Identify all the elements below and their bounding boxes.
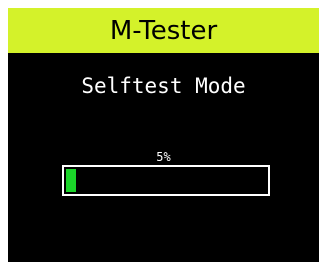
mode-label: Selftest Mode [81, 74, 246, 98]
title-bar: M-Tester [8, 8, 319, 53]
device-screen: M-Tester Selftest Mode 5% [8, 8, 319, 262]
app-title: M-Tester [109, 15, 218, 46]
progress-percent-label: 5% [156, 150, 171, 164]
progress-bar [62, 165, 270, 196]
progress-bar-fill [66, 169, 76, 192]
